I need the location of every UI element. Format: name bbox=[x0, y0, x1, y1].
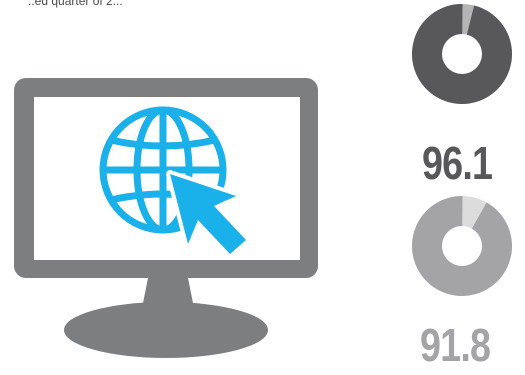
monitor-screen bbox=[34, 97, 300, 260]
stat-value-1: 96.1 bbox=[422, 137, 493, 189]
donut-chart-1 bbox=[412, 4, 512, 104]
donut-chart-2 bbox=[412, 196, 512, 296]
donut-1-fill bbox=[412, 4, 512, 104]
donut-2-fill bbox=[412, 196, 512, 296]
stat-value-2: 91.8 bbox=[420, 319, 491, 371]
monitor-stand-base bbox=[64, 302, 268, 358]
monitor-icon bbox=[14, 78, 318, 358]
